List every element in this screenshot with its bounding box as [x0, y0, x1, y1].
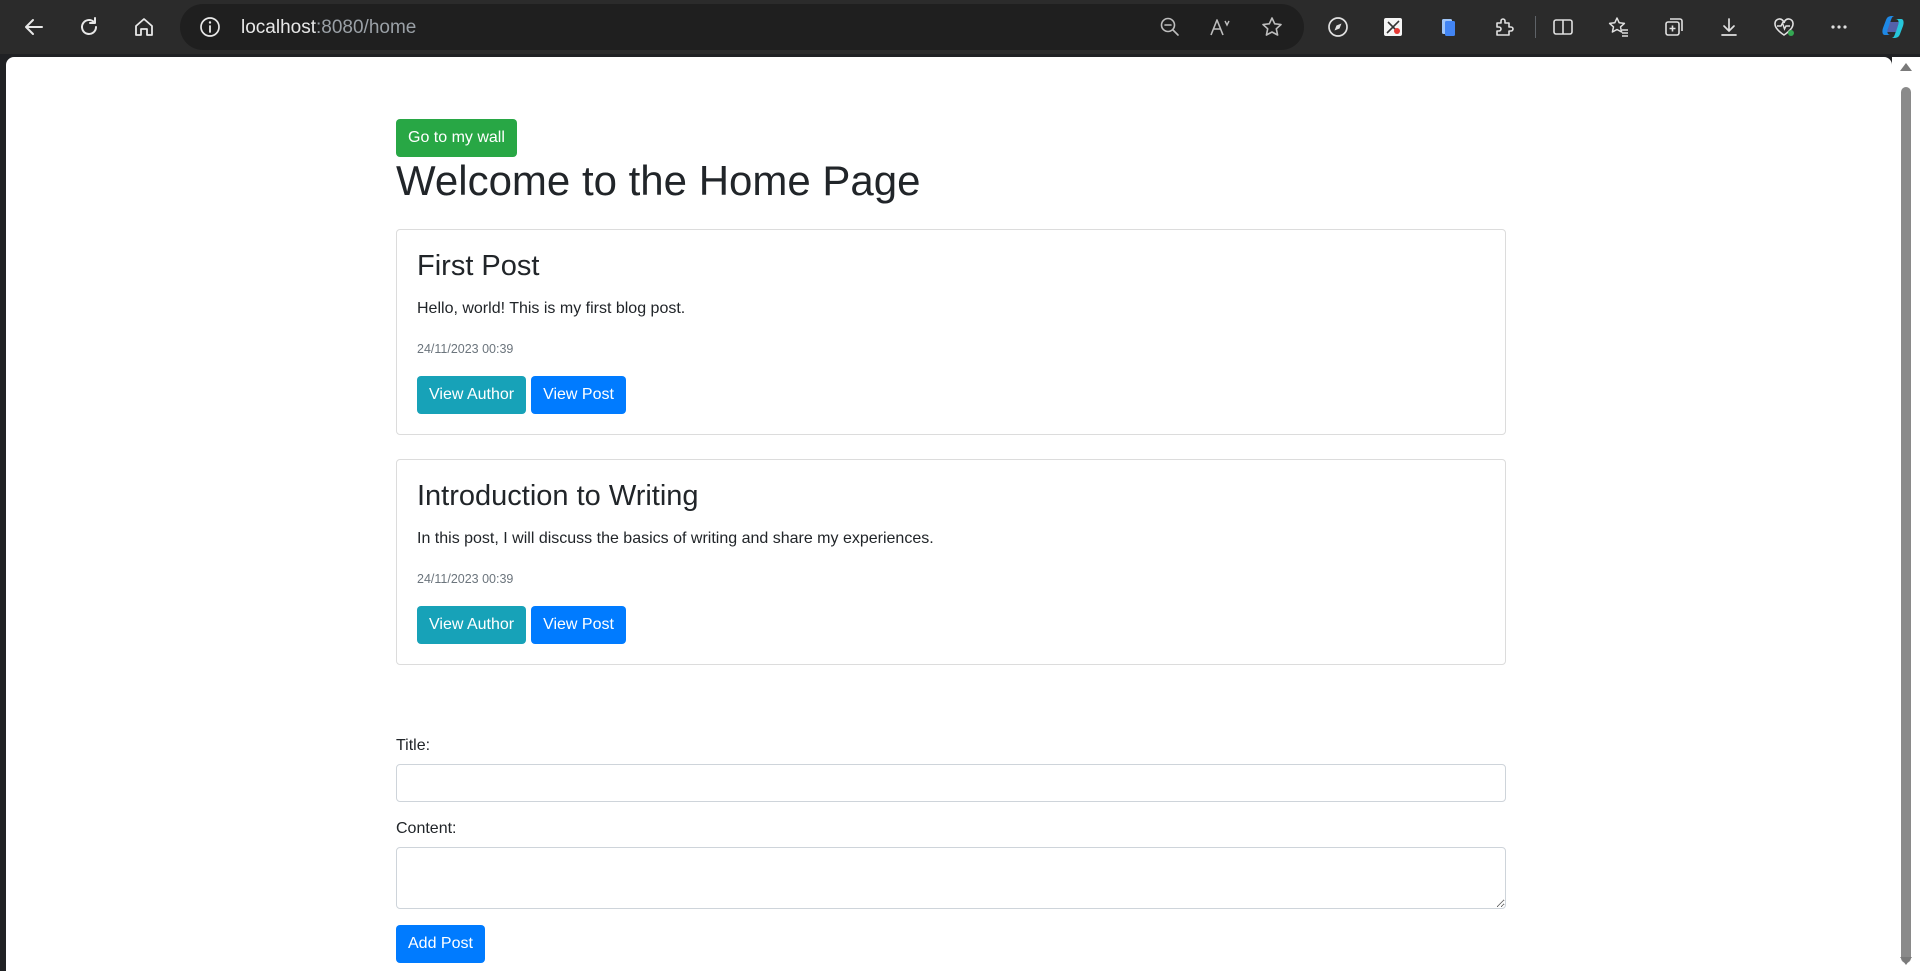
post-content: Hello, world! This is my first blog post… [417, 300, 686, 317]
star-icon[interactable] [1258, 13, 1286, 41]
add-post-button[interactable]: Add Post [396, 925, 485, 963]
title-input[interactable] [396, 764, 1506, 802]
post-date: 24/11/2023 00:39 [417, 572, 514, 586]
scroll-up-arrow-icon[interactable] [1900, 63, 1912, 71]
back-icon[interactable] [16, 9, 52, 45]
post-content: In this post, I will discuss the basics … [417, 530, 934, 547]
zoom-out-icon[interactable] [1156, 13, 1184, 41]
content-textarea[interactable] [396, 847, 1506, 909]
post-list: First Post Hello, world! This is my firs… [396, 229, 1506, 689]
view-post-button[interactable]: View Post [531, 376, 626, 414]
post-actions: View Author View Post [417, 376, 626, 414]
copilot-icon[interactable] [1875, 9, 1911, 45]
refresh-icon[interactable] [71, 9, 107, 45]
browser-essentials-icon[interactable] [1766, 9, 1802, 45]
clipboard-extension-icon[interactable] [1430, 9, 1466, 45]
toolbar-divider [1535, 16, 1536, 38]
post-title: Introduction to Writing [417, 480, 699, 512]
address-bar[interactable]: localhost:8080/home [180, 4, 1304, 50]
title-label: Title: [396, 737, 431, 754]
scroll-down-arrow-icon[interactable] [1900, 957, 1912, 965]
collections-icon[interactable] [1656, 9, 1692, 45]
page-viewport: Go to my wall Welcome to the Home Page F… [6, 57, 1892, 971]
view-author-button[interactable]: View Author [417, 606, 527, 644]
url-host: localhost [241, 17, 316, 38]
compass-icon[interactable] [1320, 9, 1356, 45]
scrollbar-thumb[interactable] [1901, 87, 1911, 963]
content-label: Content: [396, 820, 457, 837]
post-actions: View Author View Post [417, 606, 626, 644]
favorites-icon[interactable] [1601, 9, 1637, 45]
url-path: :8080/home [316, 17, 417, 38]
browser-toolbar: localhost:8080/home [0, 0, 1920, 54]
url-text[interactable]: localhost:8080/home [241, 17, 416, 39]
post-card: Introduction to Writing In this post, I … [396, 459, 1506, 665]
download-icon[interactable] [1711, 9, 1747, 45]
puzzle-icon[interactable] [1486, 9, 1522, 45]
view-post-button[interactable]: View Post [531, 606, 626, 644]
vertical-scrollbar[interactable] [1892, 57, 1920, 971]
post-title: First Post [417, 250, 540, 282]
more-icon[interactable] [1821, 9, 1857, 45]
home-icon[interactable] [126, 9, 162, 45]
add-post-form: Title: Content: Add Post [396, 735, 1506, 963]
split-screen-icon[interactable] [1545, 9, 1581, 45]
read-aloud-icon[interactable] [1207, 13, 1235, 41]
go-to-wall-button[interactable]: Go to my wall [396, 119, 517, 157]
post-card: First Post Hello, world! This is my firs… [396, 229, 1506, 435]
view-author-button[interactable]: View Author [417, 376, 527, 414]
extension-tool-icon[interactable] [1375, 9, 1411, 45]
page-title: Welcome to the Home Page [396, 157, 921, 204]
info-icon[interactable] [198, 15, 222, 39]
post-date: 24/11/2023 00:39 [417, 342, 514, 356]
